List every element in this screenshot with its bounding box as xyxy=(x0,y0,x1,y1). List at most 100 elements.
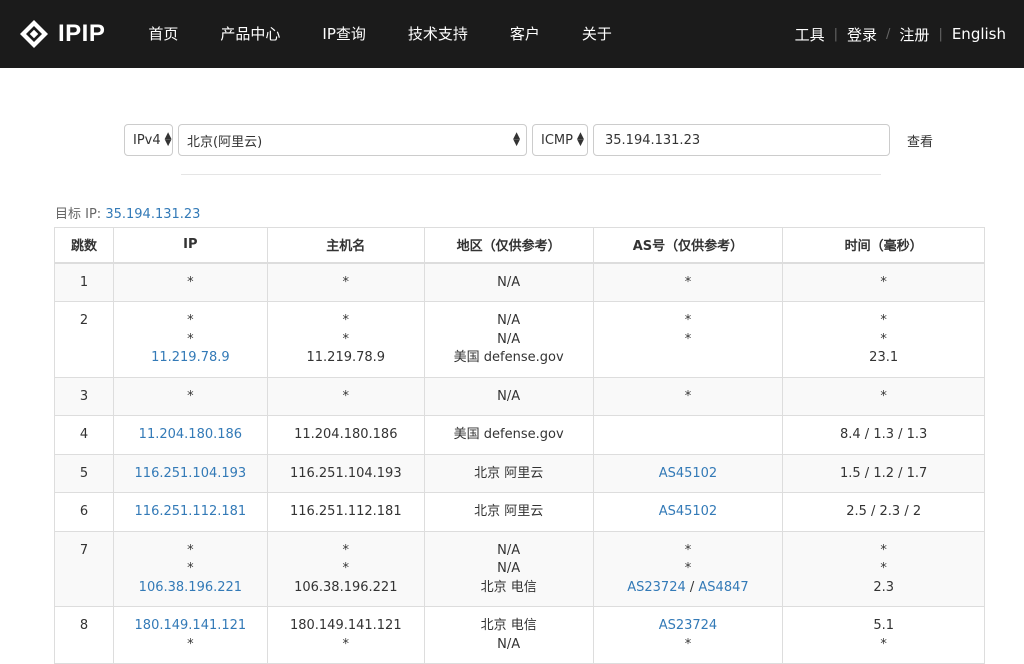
region-value: 美国 defense.gov xyxy=(453,427,564,442)
ip-version-select[interactable]: IPv4 ▲ ▼ xyxy=(124,124,173,156)
target-ip-link[interactable]: 35.194.131.23 xyxy=(105,207,200,222)
as-cell: * xyxy=(592,262,784,302)
as-link[interactable]: AS23724 xyxy=(627,580,686,595)
select-arrows-icon: ▲ ▼ xyxy=(576,131,584,148)
nav-tools[interactable]: 工具 xyxy=(795,24,825,45)
traceroute-query-form: IPv4 ▲ ▼ 北京(阿里云) ▲ ▼ ICMP ▲ ▼ 35.194.131.23… xyxy=(124,124,933,156)
nav-separator: / xyxy=(886,26,891,42)
as-value: / xyxy=(689,579,695,595)
hostname-cell: 11.204.180.186 xyxy=(266,415,425,455)
hop-cell: 8 xyxy=(54,606,114,664)
nav-products[interactable]: 产品中心 xyxy=(199,0,301,68)
target-ip-input[interactable]: 35.194.131.23 xyxy=(593,124,890,156)
region-value: N/A xyxy=(497,542,521,558)
col-region: 地区（仅供参考） xyxy=(423,227,594,264)
ip-link[interactable]: 116.251.104.193 xyxy=(120,465,261,484)
nav-about[interactable]: 关于 xyxy=(561,0,633,68)
region-cell: 北京 阿里云 xyxy=(423,492,594,532)
hop-cell: 1 xyxy=(54,262,114,302)
user-nav: 工具 | 登录 / 注册 | English xyxy=(795,24,1006,45)
target-ip-input-value: 35.194.131.23 xyxy=(605,132,701,148)
as-line: * xyxy=(600,560,777,579)
as-line: * xyxy=(600,331,777,350)
as-line: * xyxy=(600,636,777,655)
hostname-value: 11.219.78.9 xyxy=(306,350,386,365)
time-value: * xyxy=(880,331,887,347)
region-value: 北京 电信 xyxy=(480,618,537,633)
table-row: 3 * * N/A * * xyxy=(54,376,985,416)
as-line: * xyxy=(600,274,777,293)
ip-link[interactable]: 11.204.180.186 xyxy=(120,426,261,445)
hop-cell: 2 xyxy=(54,301,114,378)
col-hostname: 主机名 xyxy=(266,227,425,264)
nav-support[interactable]: 技术支持 xyxy=(387,0,489,68)
select-arrows-icon: ▲ ▼ xyxy=(513,131,520,148)
nav-login[interactable]: 登录 xyxy=(847,24,877,45)
table-header-row: 跳数 IP 主机名 地区（仅供参考） AS号（仅供参考） 时间（毫秒） xyxy=(54,227,985,264)
col-time: 时间（毫秒） xyxy=(782,227,985,264)
time-cell: * xyxy=(782,262,985,302)
site-logo[interactable]: IPIP xyxy=(18,18,105,50)
nav-home[interactable]: 首页 xyxy=(127,0,199,68)
traceroute-rows: 1 * * N/A * * 2 * * 11.219.78.9 * * 11.219.78.9 N/A N/… xyxy=(54,262,985,664)
region-cell: 北京 阿里云 xyxy=(423,453,594,493)
protocol-select[interactable]: ICMP ▲ ▼ xyxy=(532,124,588,156)
table-row: 4 11.204.180.186 11.204.180.186 美国 defense.… xyxy=(54,415,985,455)
time-value: 23.1 xyxy=(869,350,899,365)
region-value: N/A xyxy=(497,331,521,347)
ip-link[interactable]: 11.219.78.9 xyxy=(120,349,261,368)
hostname-cell: 116.251.112.181 xyxy=(266,492,425,532)
hostname-value: * xyxy=(342,388,350,404)
as-link[interactable]: AS45102 xyxy=(659,466,718,481)
view-button[interactable]: 查看 xyxy=(907,131,933,150)
ip-link[interactable]: 180.149.141.121 xyxy=(120,617,261,636)
as-line: AS45102 xyxy=(600,503,777,522)
ip-version-value: IPv4 xyxy=(133,132,161,148)
ip-link[interactable]: 116.251.112.181 xyxy=(120,503,261,522)
as-line xyxy=(600,426,777,445)
nav-separator: | xyxy=(833,26,839,42)
as-link[interactable]: AS4847 xyxy=(698,580,748,595)
time-value: 5.1 xyxy=(873,618,894,633)
ip-value: * xyxy=(187,561,194,576)
time-value: 2.3 xyxy=(873,579,894,595)
hop-cell: 3 xyxy=(54,376,114,416)
as-value: * xyxy=(684,636,692,652)
time-value: * xyxy=(880,561,887,576)
region-value: 北京 阿里云 xyxy=(474,465,544,481)
nav-customers[interactable]: 客户 xyxy=(489,0,561,68)
ip-cell: 11.204.180.186 xyxy=(112,415,268,455)
as-cell: AS45102 xyxy=(592,492,784,532)
ip-value: * xyxy=(187,388,194,404)
time-value: * xyxy=(880,636,887,652)
ip-link[interactable]: 106.38.196.221 xyxy=(120,579,261,598)
node-select[interactable]: 北京(阿里云) ▲ ▼ xyxy=(178,124,527,156)
main-nav: 首页 产品中心 IP查询 技术支持 客户 关于 xyxy=(127,0,633,68)
ipip-logo-icon xyxy=(20,20,48,48)
time-cell: 1.5 / 1.2 / 1.7 xyxy=(782,453,985,493)
as-value: * xyxy=(684,331,692,347)
table-row: 2 * * 11.219.78.9 * * 11.219.78.9 N/A N/A 美国 defe… xyxy=(54,301,985,378)
as-line: AS23724 xyxy=(600,617,777,636)
nav-ip-lookup[interactable]: IP查询 xyxy=(301,0,386,68)
ip-cell: 180.149.141.121 * xyxy=(112,606,268,664)
region-cell: N/A N/A 美国 defense.gov xyxy=(423,301,594,378)
hostname-value: 116.251.112.181 xyxy=(289,504,402,519)
region-cell: N/A N/A 北京 电信 xyxy=(423,530,594,607)
region-cell: N/A xyxy=(423,262,594,302)
nav-separator: | xyxy=(938,26,943,42)
nav-register[interactable]: 注册 xyxy=(899,24,929,45)
ip-cell: * * 106.38.196.221 xyxy=(112,530,268,607)
nav-english[interactable]: English xyxy=(952,25,1006,43)
ip-value: * xyxy=(187,331,194,347)
time-cell: * * 2.3 xyxy=(782,530,985,607)
as-cell: AS45102 xyxy=(592,453,784,493)
region-cell: 美国 defense.gov xyxy=(423,415,594,455)
protocol-value: ICMP xyxy=(541,132,573,148)
time-value: 8.4 / 1.3 / 1.3 xyxy=(840,427,928,442)
hostname-value: * xyxy=(342,542,350,558)
ip-cell: * xyxy=(112,262,268,302)
hostname-value: * xyxy=(342,331,350,347)
as-value: * xyxy=(684,542,692,558)
as-link[interactable]: AS45102 xyxy=(659,504,718,519)
